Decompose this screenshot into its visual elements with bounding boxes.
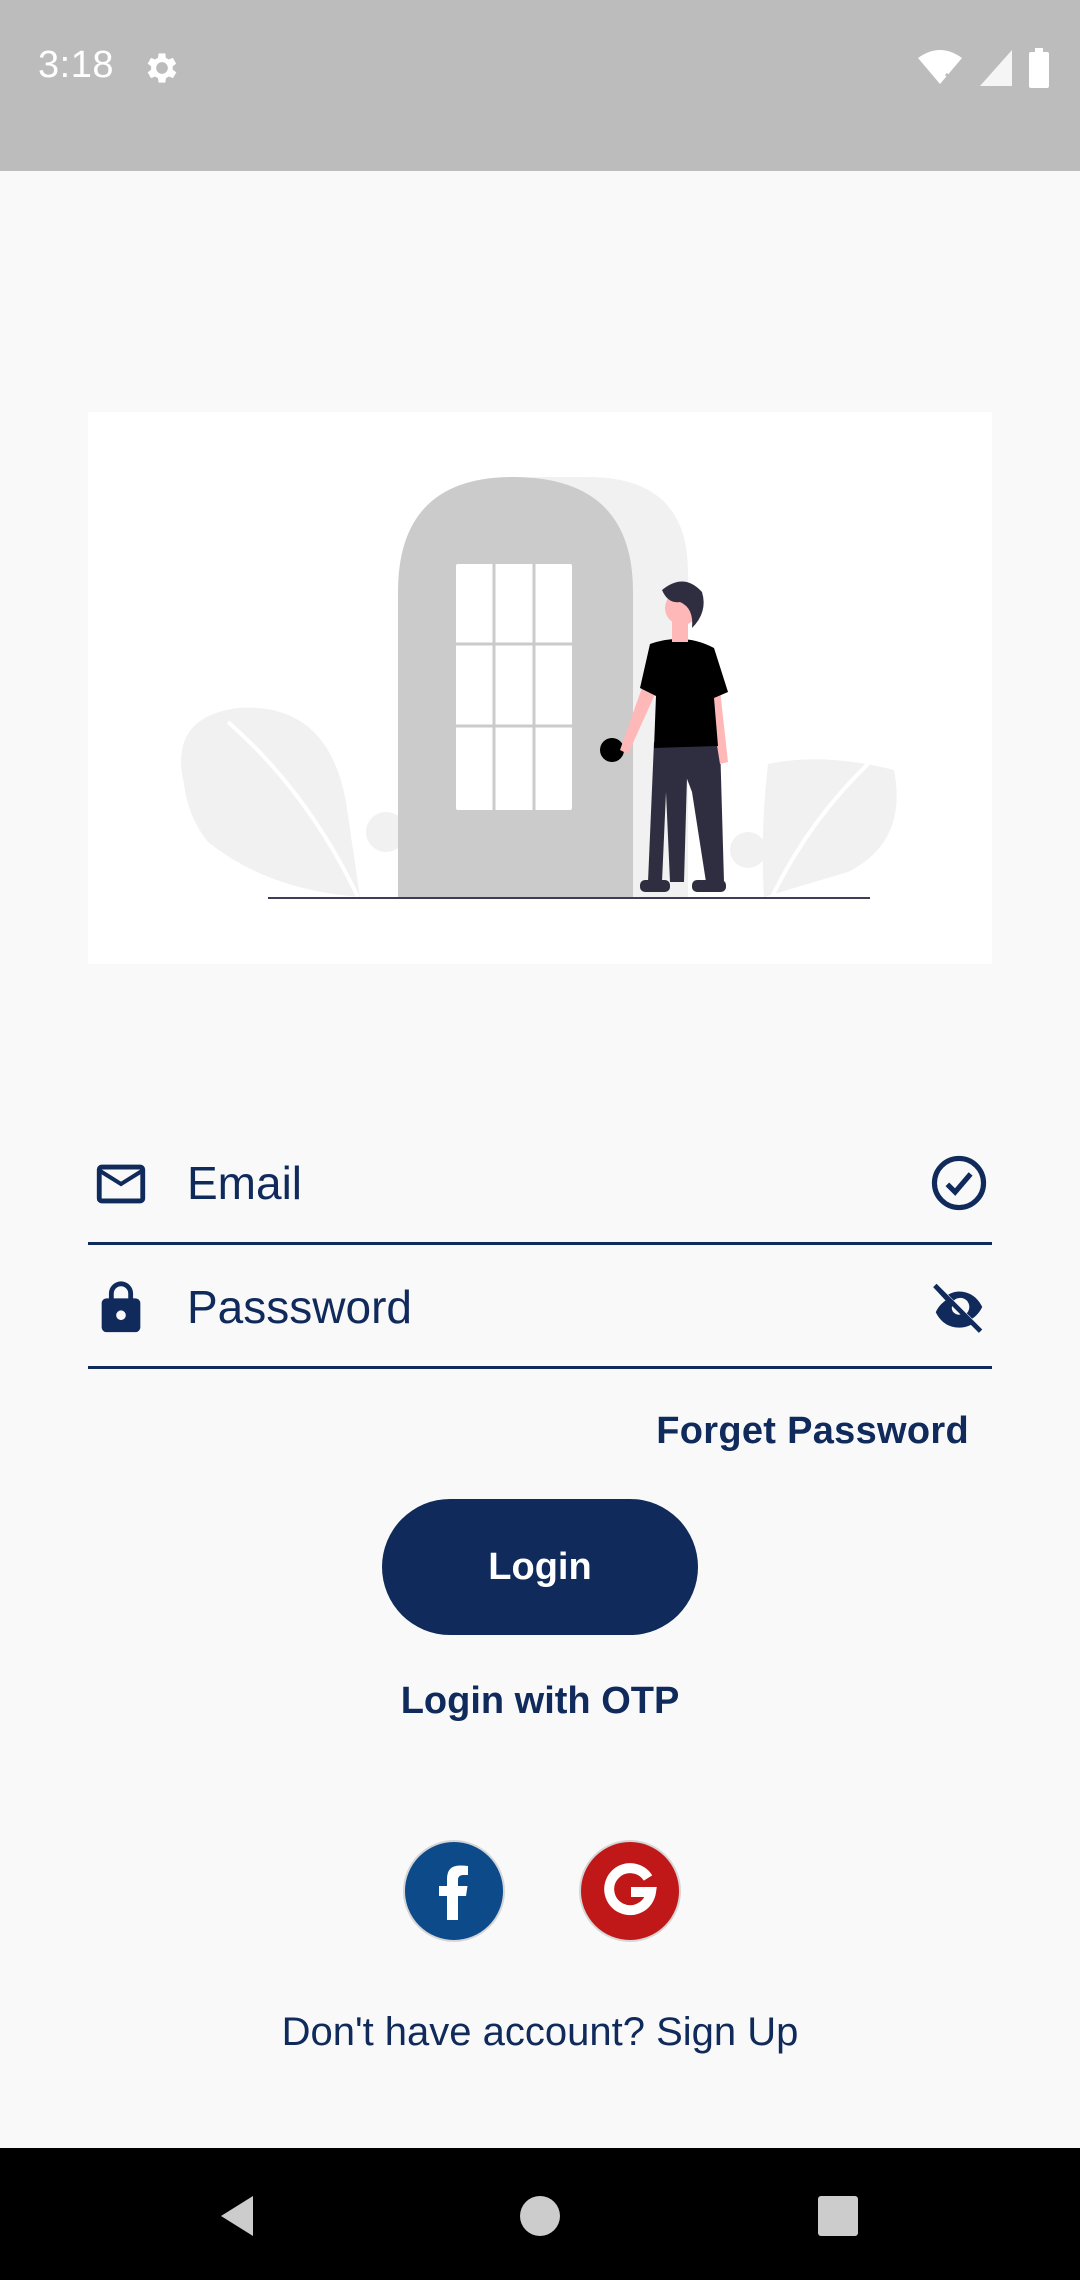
door-person-illustration — [181, 477, 897, 899]
email-field — [88, 1121, 992, 1245]
mail-icon — [96, 1164, 146, 1204]
lock-icon — [101, 1281, 141, 1333]
wifi-off-icon — [918, 50, 962, 86]
check-circle-icon[interactable] — [928, 1152, 990, 1214]
password-field — [88, 1245, 992, 1369]
login-illustration — [88, 412, 992, 964]
facebook-icon — [439, 1865, 468, 1920]
signal-icon — [980, 50, 1012, 86]
back-icon[interactable] — [211, 2186, 271, 2246]
status-bar: 3:18 — [0, 0, 1080, 171]
signup-prompt[interactable]: Don't have account? Sign Up — [0, 2010, 1080, 2055]
email-input[interactable] — [187, 1143, 877, 1223]
recent-apps-icon[interactable] — [808, 2186, 868, 2246]
google-icon — [604, 1863, 657, 1916]
home-icon[interactable] — [510, 2186, 570, 2246]
login-with-otp-link[interactable]: Login with OTP — [0, 1680, 1080, 1723]
login-button[interactable]: Login — [382, 1499, 698, 1635]
forget-password-link[interactable]: Forget Password — [656, 1410, 969, 1453]
gear-icon — [147, 53, 177, 83]
facebook-login-button[interactable] — [403, 1840, 505, 1942]
system-nav-bar — [0, 2148, 1080, 2280]
eye-off-icon[interactable] — [928, 1276, 990, 1338]
google-login-button[interactable] — [579, 1840, 681, 1942]
password-input[interactable] — [187, 1267, 877, 1347]
status-time: 3:18 — [38, 44, 114, 86]
battery-icon — [1029, 48, 1049, 88]
status-icons — [916, 48, 1050, 88]
